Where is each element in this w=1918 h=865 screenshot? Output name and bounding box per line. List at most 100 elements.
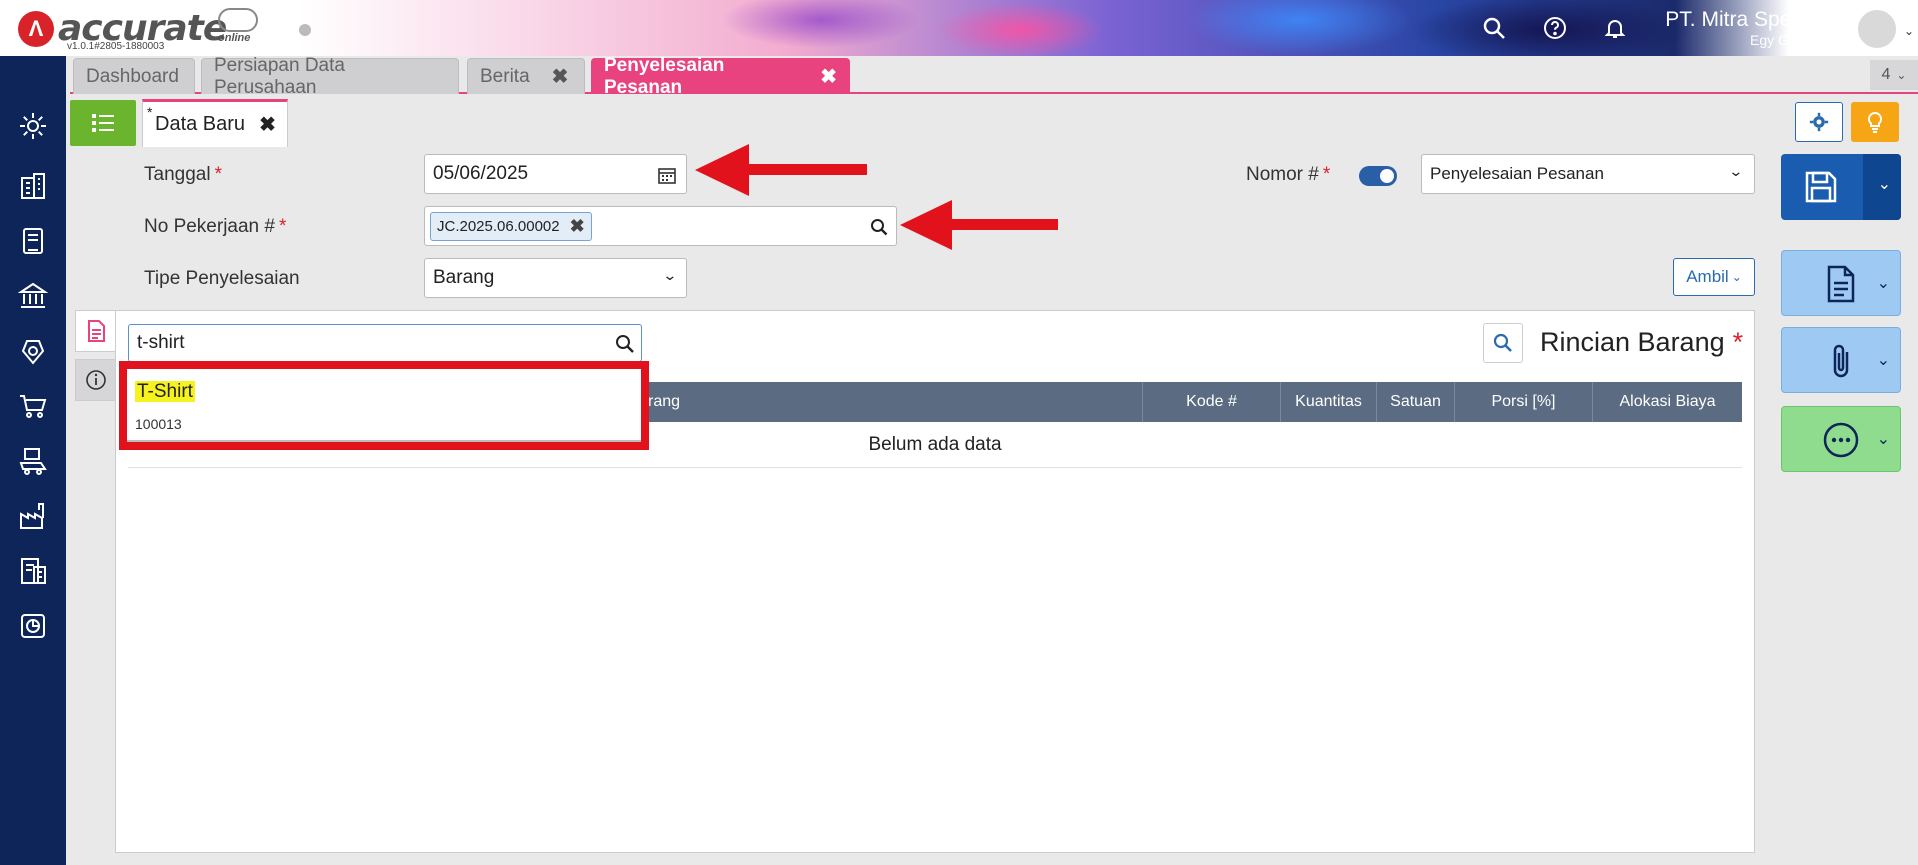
tips-button[interactable] [1851, 102, 1899, 142]
info-tab[interactable] [75, 359, 115, 401]
form-settings-button[interactable] [1795, 102, 1843, 142]
bell-icon[interactable] [1601, 14, 1629, 42]
report-chart-icon[interactable] [14, 608, 52, 644]
calendar-icon[interactable] [658, 166, 676, 184]
cart-icon[interactable] [14, 388, 52, 424]
detail-items-tab[interactable] [75, 310, 115, 352]
help-icon[interactable] [1541, 14, 1569, 42]
chevron-down-icon: ⌄ [1876, 352, 1890, 369]
chevron-down-icon[interactable]: ⌄ [1904, 24, 1914, 38]
no-pekerjaan-field[interactable]: JC.2025.06.00002 ✖ [424, 206, 897, 246]
sidebar [0, 56, 66, 865]
nomor-type-select[interactable]: Penyelesaian Pesanan ⌄ [1421, 154, 1755, 194]
save-button[interactable]: ⌄ [1781, 154, 1901, 220]
search-icon[interactable] [1480, 14, 1508, 42]
unsaved-mark: * [147, 104, 153, 120]
factory-icon[interactable] [14, 498, 52, 534]
company-name: PT. Mitra Spesialis [1665, 8, 1838, 31]
ambil-label: Ambil [1686, 267, 1729, 286]
tab-overflow-count[interactable]: 4 ⌄ [1870, 60, 1918, 90]
more-actions-button[interactable]: ⌄ [1781, 406, 1901, 472]
paperclip-icon [1833, 344, 1849, 378]
sales-tag-icon[interactable] [14, 333, 52, 369]
brand-sub: online [218, 32, 251, 44]
more-dots-icon [1823, 422, 1859, 458]
tipe-penyelesaian-select[interactable]: Barang ⌄ [424, 258, 687, 298]
floppy-disk-icon [1805, 171, 1837, 203]
tipe-penyelesaian-label: Tipe Penyelesaian [144, 268, 300, 289]
chevron-down-icon: ⌄ [1896, 68, 1907, 82]
app-version: v1.0.1#2805-1880003 [67, 41, 165, 52]
top-header: Λ accurate online v1.0.1#2805-1880003 PT… [0, 0, 1918, 56]
chevron-down-icon: ⌄ [662, 267, 678, 283]
item-search-value: t-shirt [137, 332, 185, 353]
gear-icon [1809, 112, 1829, 132]
panel-title: Rincian Barang * [1540, 327, 1744, 357]
ambil-button[interactable]: Ambil ⌄ [1673, 258, 1755, 296]
col-kuantitas[interactable]: Kuantitas [1280, 382, 1376, 422]
company-building-icon[interactable] [14, 168, 52, 204]
remove-tag-icon[interactable]: ✖ [570, 216, 585, 237]
chevron-down-icon: ⌄ [1728, 163, 1744, 179]
tanggal-date-field[interactable]: 05/06/2025 [424, 154, 687, 194]
tab-count-value: 4 [1881, 66, 1891, 83]
close-icon[interactable]: ✖ [820, 64, 837, 89]
bank-icon[interactable] [14, 278, 52, 314]
tax-icon[interactable] [14, 553, 52, 589]
nomor-label: Nomor # * [1246, 164, 1331, 185]
accurate-logo-icon: Λ [18, 10, 54, 47]
col-satuan[interactable]: Satuan [1376, 382, 1454, 422]
nomor-value: Penyelesaian Pesanan [1430, 164, 1604, 183]
col-kode[interactable]: Kode # [1142, 382, 1280, 422]
tab-dashboard[interactable]: Dashboard [73, 58, 195, 94]
tab-label: Berita [480, 65, 530, 87]
subtab-data-baru[interactable]: * Data Baru ✖ [142, 99, 288, 147]
tipe-value: Barang [433, 267, 495, 288]
cloud-icon [218, 8, 258, 32]
ledger-book-icon[interactable] [14, 223, 52, 259]
col-nama-barang[interactable]: rang [648, 382, 768, 422]
detail-search-button[interactable] [1483, 323, 1523, 363]
auto-number-toggle[interactable] [1359, 166, 1397, 186]
annotation-arrow-icon [695, 144, 867, 196]
suggestion-item[interactable]: T-Shirt [135, 381, 195, 403]
attachment-button[interactable]: ⌄ [1781, 327, 1901, 393]
subtab-label: Data Baru [155, 113, 246, 135]
close-icon[interactable]: ✖ [259, 112, 276, 137]
list-icon [92, 114, 114, 132]
col-porsi[interactable]: Porsi [%] [1454, 382, 1592, 422]
tab-label: Persiapan Data Perusahaan [214, 54, 345, 98]
search-icon[interactable] [615, 334, 635, 354]
company-switcher[interactable]: PT. Mitra Spesialis Egy Gunawan [1665, 8, 1838, 48]
chevron-down-icon: ⌄ [1876, 431, 1890, 448]
tab-persiapan-data[interactable]: Persiapan Data Perusahaan [201, 55, 459, 98]
info-icon [85, 370, 106, 390]
user-name: Egy Gunawan [1750, 32, 1838, 48]
list-view-button[interactable] [70, 100, 136, 146]
module-tabs: Dashboard Persiapan Data Perusahaan Beri… [70, 55, 1918, 98]
col-alokasi-biaya[interactable]: Alokasi Biaya [1592, 382, 1742, 422]
search-icon[interactable] [870, 218, 888, 236]
tanggal-value: 05/06/2025 [433, 163, 529, 184]
annotation-arrow-icon [900, 200, 1058, 250]
document-icon [87, 320, 105, 342]
selected-job-tag: JC.2025.06.00002 ✖ [430, 211, 592, 241]
no-pekerjaan-label: No Pekerjaan # * [144, 216, 287, 237]
tab-berita[interactable]: Berita ✖ [467, 58, 585, 94]
avatar[interactable] [1856, 8, 1898, 50]
chevron-down-icon: ⌄ [1876, 275, 1890, 292]
tab-penyelesaian-pesanan[interactable]: Penyelesaian Pesanan ✖ [591, 55, 850, 98]
print-document-button[interactable]: ⌄ [1781, 250, 1901, 316]
item-search-input[interactable]: t-shirt [128, 324, 642, 362]
close-icon[interactable]: ✖ [552, 64, 569, 89]
tab-label: Penyelesaian Pesanan [604, 54, 725, 98]
tanggal-label: Tanggal * [144, 164, 222, 185]
item-suggestion-list: T-Shirt 100013 [119, 361, 649, 450]
inventory-cart-icon[interactable] [14, 443, 52, 479]
tab-label: Dashboard [86, 65, 179, 87]
lightbulb-icon [1867, 111, 1883, 133]
document-icon [1827, 265, 1855, 303]
sidebar-item-settings[interactable] [14, 56, 52, 92]
suggestion-code: 100013 [135, 416, 182, 432]
gear-icon[interactable] [14, 108, 52, 144]
